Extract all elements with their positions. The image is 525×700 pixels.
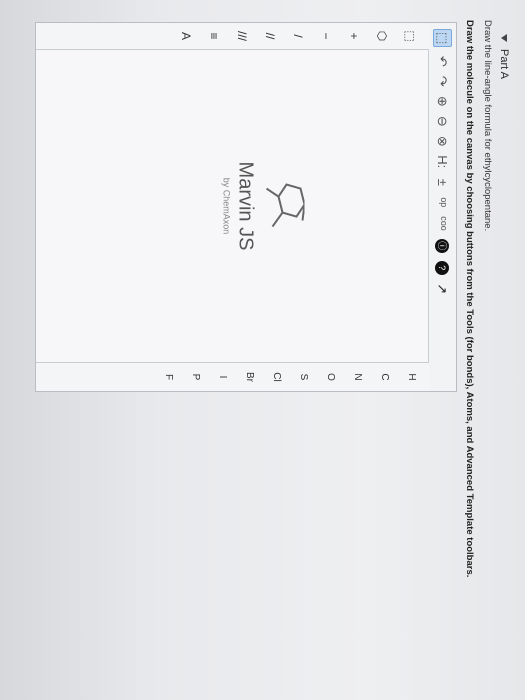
double-bond-icon[interactable]: // xyxy=(263,33,277,40)
rectangle-select-icon[interactable]: ⬚ xyxy=(403,30,417,41)
drawing-canvas[interactable]: Marvin JS by ChemAxon xyxy=(36,50,428,362)
left-toolbar: ⬚ ⬡ + − / // /// ≡ A xyxy=(36,23,429,50)
atom-cl-button[interactable]: Cl xyxy=(271,372,282,381)
atom-p-button[interactable]: P xyxy=(190,374,201,381)
atom-br-button[interactable]: Br xyxy=(244,372,255,382)
page-stage: Part A Draw the line-angle formula for e… xyxy=(0,0,525,700)
atom-label-icon[interactable]: A xyxy=(179,32,193,40)
help-icon[interactable]: ? xyxy=(435,260,450,275)
atom-f-button[interactable]: F xyxy=(163,374,174,380)
screen: Part A Draw the line-angle formula for e… xyxy=(0,0,525,700)
benzene-logo-icon xyxy=(266,183,305,228)
part-title: Part A xyxy=(498,49,510,79)
redo-icon[interactable]: ↷ xyxy=(435,75,450,87)
hydrogen-toggle-icon[interactable]: H: xyxy=(435,155,450,168)
triple-bond-icon[interactable]: /// xyxy=(235,31,249,41)
atoms-toolbar: H C N O S Cl Br I P F xyxy=(36,362,429,391)
caret-down-icon[interactable] xyxy=(501,34,507,42)
zoom-in-icon[interactable]: ⊕ xyxy=(435,95,450,107)
charge-icon[interactable]: ± xyxy=(435,176,450,188)
atom-n-button[interactable]: N xyxy=(352,373,363,380)
logo-title: Marvin JS xyxy=(234,161,257,251)
info-icon[interactable]: ⓘ xyxy=(435,238,450,253)
fullscreen-icon[interactable]: ↗ xyxy=(435,283,450,295)
undo-icon[interactable]: ↶ xyxy=(435,55,450,67)
question-text: Draw the line-angle formula for ethylcyc… xyxy=(482,20,493,232)
bond-stack-icon[interactable]: ≡ xyxy=(207,32,221,39)
charge-minus-icon[interactable]: − xyxy=(319,32,333,39)
atom-o-button[interactable]: O xyxy=(325,373,336,381)
charge-plus-icon[interactable]: + xyxy=(347,32,361,39)
atom-h-button[interactable]: H xyxy=(406,373,417,380)
atom-i-button[interactable]: I xyxy=(217,376,228,379)
marvin-editor: ⬚ ↶ ↷ ⊕ ⊖ ⊗ H: ± ᵒᵖ ᶜᵒᵒ ⓘ ? ↗ ⬚ ⬡ + − / … xyxy=(35,22,457,392)
coo-icon[interactable]: ᶜᵒᵒ xyxy=(435,216,450,230)
select-tool-icon[interactable]: ⬚ xyxy=(433,29,452,48)
single-bond-icon[interactable]: / xyxy=(291,34,305,37)
marvin-logo: Marvin JS by ChemAxon xyxy=(221,161,305,251)
eraser-icon[interactable]: ⬡ xyxy=(375,31,389,41)
op-icon[interactable]: ᵒᵖ xyxy=(435,196,450,208)
part-header[interactable]: Part A xyxy=(498,34,510,79)
atom-s-button[interactable]: S xyxy=(298,374,309,381)
clear-icon[interactable]: ⊗ xyxy=(435,135,450,147)
atom-c-button[interactable]: C xyxy=(379,373,390,380)
logo-subtitle: by ChemAxon xyxy=(221,177,232,235)
top-toolbar: ⬚ ↶ ↷ ⊕ ⊖ ⊗ H: ± ᵒᵖ ᶜᵒᵒ ⓘ ? ↗ xyxy=(428,23,456,391)
zoom-out-icon[interactable]: ⊖ xyxy=(435,115,450,127)
instruction-text: Draw the molecule on the canvas by choos… xyxy=(464,20,475,578)
